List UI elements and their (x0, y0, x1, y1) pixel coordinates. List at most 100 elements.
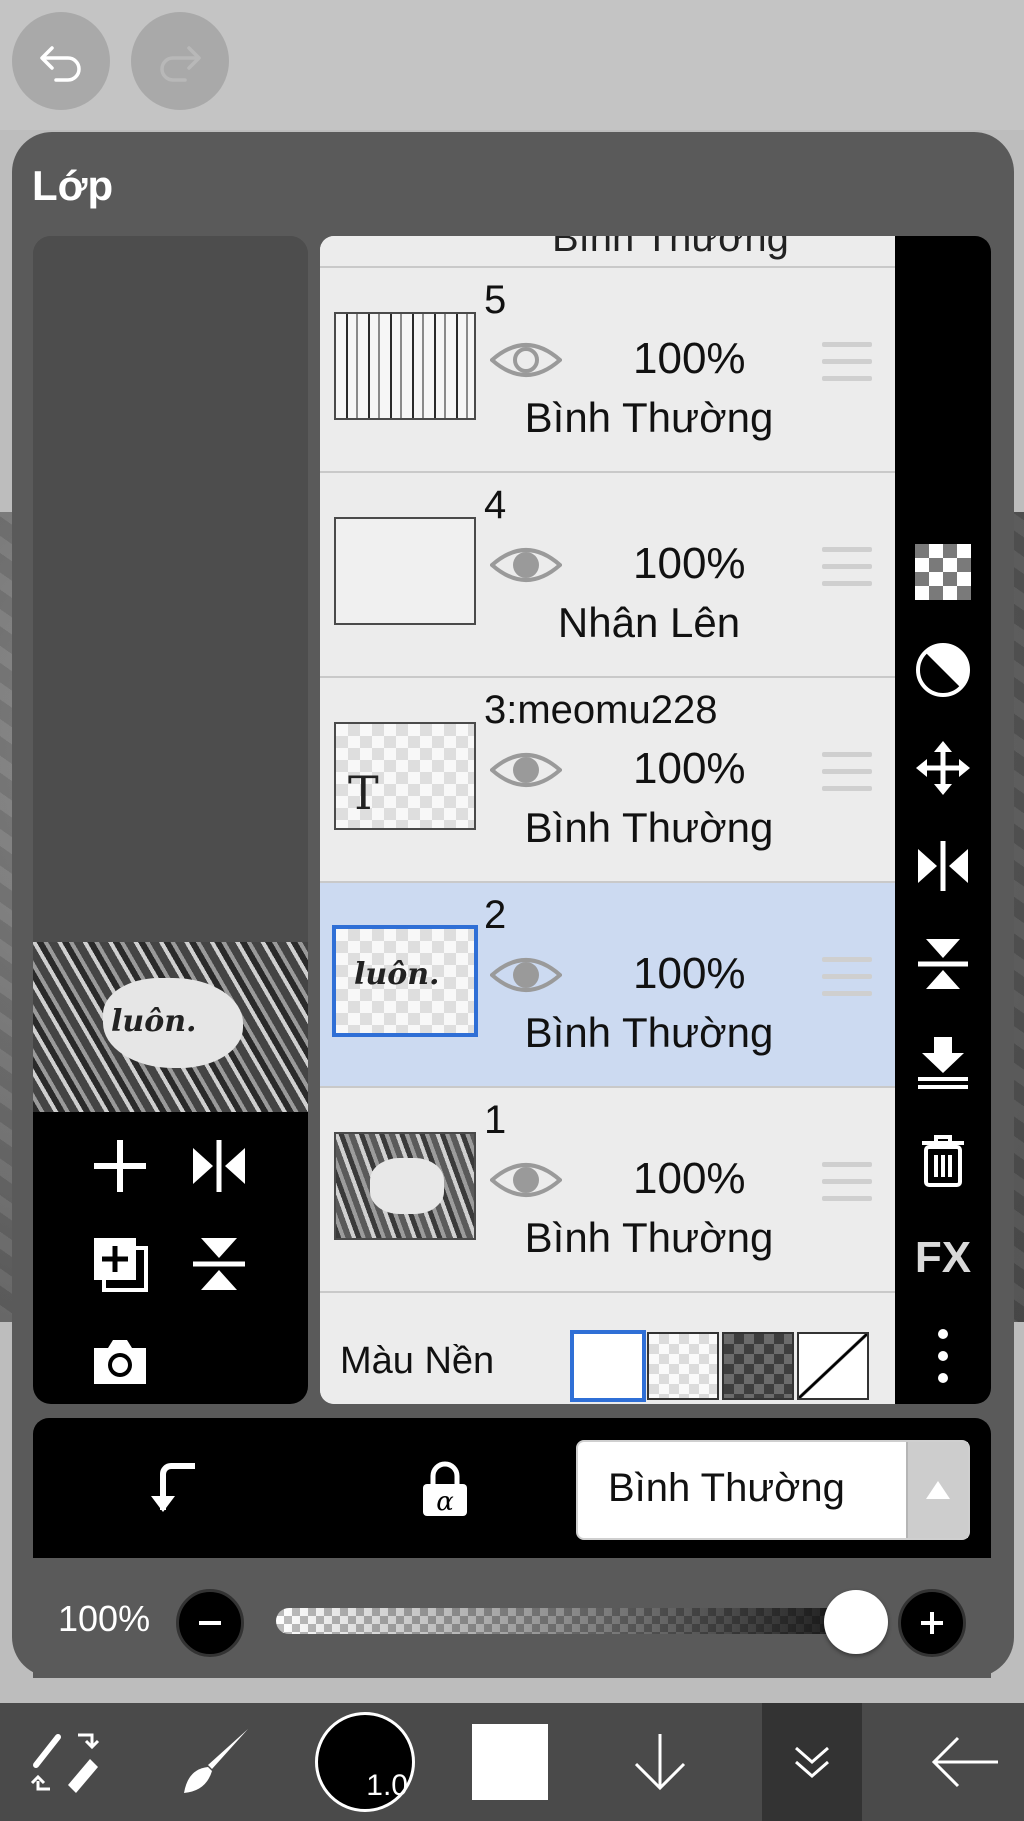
flip-horizontal-button[interactable] (187, 1134, 251, 1198)
layer-thumbnail[interactable] (334, 517, 476, 625)
layer-thumbnail[interactable] (334, 312, 476, 420)
plus-icon (921, 1612, 943, 1634)
opacity-increase-button[interactable] (898, 1589, 966, 1657)
move-icon (916, 741, 970, 795)
flip-vertical-layer-button[interactable] (911, 932, 975, 996)
opacity-decrease-button[interactable] (176, 1589, 244, 1657)
flip-vertical-button[interactable] (187, 1232, 251, 1296)
delete-layer-button[interactable] (911, 1128, 975, 1192)
drag-handle-icon[interactable] (822, 342, 872, 384)
blend-mode-select[interactable]: Bình Thường (576, 1440, 970, 1540)
layer-row-5[interactable]: 5 100% Bình Thường (320, 268, 895, 473)
duplicate-layer-button[interactable] (88, 1232, 152, 1296)
scroll-down-button[interactable] (605, 1703, 715, 1821)
layer-list[interactable]: Bình Thường 5 100% Bình Thường 4 100% Nh… (320, 236, 895, 1404)
layer-name: 2 (484, 893, 507, 937)
layer-thumbnail[interactable]: luôn. (332, 925, 478, 1037)
brush-size-indicator: 1.0 (315, 1712, 415, 1812)
flip-horizontal-icon (193, 1140, 245, 1192)
layer-row-partial: Bình Thường (320, 236, 895, 268)
chevron-double-down-icon (795, 1746, 829, 1778)
layer-preview-column: luôn. (33, 236, 308, 1404)
plus-icon (94, 1140, 146, 1192)
opacity-label: 100% (58, 1598, 151, 1639)
layer-tools-column: FX (895, 236, 991, 1404)
back-button[interactable] (910, 1703, 1020, 1821)
drag-handle-icon[interactable] (822, 957, 872, 999)
arrow-left-icon (931, 1736, 998, 1788)
chevron-up-icon (906, 1442, 968, 1538)
visibility-eye-icon[interactable] (490, 1156, 562, 1204)
layer-name: 3:meomu228 (484, 688, 718, 732)
drag-handle-icon[interactable] (822, 752, 872, 794)
canvas-preview: luôn. (33, 942, 308, 1112)
undo-button[interactable] (12, 12, 110, 110)
protect-alpha-button[interactable] (911, 638, 975, 702)
layer-quick-tools (33, 1112, 308, 1404)
visibility-eye-icon[interactable] (490, 951, 562, 999)
bg-none-swatch[interactable] (797, 1332, 869, 1400)
lock-alpha-icon: α (423, 1461, 467, 1517)
text-layer-glyph: T (348, 766, 379, 820)
flip-vertical-icon (918, 939, 968, 989)
drag-handle-icon[interactable] (822, 547, 872, 589)
layers-button[interactable] (762, 1703, 862, 1821)
layer-blend: Nhân Lên (557, 599, 741, 646)
visibility-eye-icon[interactable] (490, 541, 562, 589)
layer-thumbnail[interactable] (334, 1132, 476, 1240)
redo-icon (160, 46, 201, 82)
flip-horizontal-layer-button[interactable] (911, 834, 975, 898)
brush-tool-button[interactable] (160, 1703, 270, 1821)
flip-horizontal-icon (918, 841, 968, 891)
fx-button[interactable]: FX (911, 1226, 975, 1290)
flip-vertical-icon (193, 1238, 245, 1290)
clipping-icon (151, 1463, 195, 1512)
contrast-icon (916, 643, 970, 697)
minus-icon (199, 1621, 221, 1625)
arrow-down-icon (634, 1734, 686, 1791)
panel-title: Lớp (32, 162, 114, 209)
camera-button[interactable] (88, 1330, 152, 1394)
layer-name: 5 (484, 278, 507, 322)
layer-blend: Bình Thường (524, 804, 774, 851)
preview-empty-area (33, 236, 308, 942)
clipping-button[interactable] (143, 1456, 207, 1520)
opacity-slider-track[interactable] (276, 1608, 856, 1634)
brush-icon (184, 1729, 248, 1793)
visibility-eye-icon[interactable] (490, 746, 562, 794)
more-options-button[interactable] (911, 1324, 975, 1388)
drag-handle-icon[interactable] (822, 1162, 872, 1204)
layer-row-2[interactable]: luôn. 2 100% Bình Thường (320, 883, 895, 1088)
transparency-button[interactable] (911, 540, 975, 604)
layer-opacity: 100% (633, 949, 746, 998)
layer-blend: Bình Thường (524, 394, 774, 441)
bg-transparent-swatch[interactable] (647, 1332, 719, 1400)
color-button[interactable] (455, 1703, 565, 1821)
add-layer-button[interactable] (88, 1134, 152, 1198)
bg-dark-checker-swatch[interactable] (722, 1332, 794, 1400)
undo-icon (40, 46, 81, 82)
merge-down-button[interactable] (911, 1030, 975, 1094)
camera-icon (94, 1340, 146, 1384)
layer-thumbnail[interactable]: T (334, 722, 476, 830)
layer-row-1[interactable]: 1 100% Bình Thường (320, 1088, 895, 1293)
bg-white-swatch[interactable] (570, 1330, 646, 1402)
opacity-slider-thumb[interactable] (824, 1590, 888, 1654)
trash-icon (922, 1135, 964, 1187)
svg-text:α: α (436, 1487, 454, 1517)
visibility-eye-icon[interactable] (490, 336, 562, 384)
more-icon (938, 1329, 948, 1383)
tool-swap-button[interactable] (10, 1703, 120, 1821)
brush-size-value: 1.0 (366, 1769, 408, 1802)
brush-size-button[interactable]: 1.0 (310, 1703, 420, 1821)
layer-opacity: 100% (633, 539, 746, 588)
move-layer-button[interactable] (911, 736, 975, 800)
layer-opacity: 100% (633, 744, 746, 793)
layer-opacity: 100% (633, 1154, 746, 1203)
brush-eraser-swap-icon (30, 1733, 100, 1793)
redo-button[interactable] (131, 12, 229, 110)
alpha-lock-button[interactable]: α (413, 1456, 477, 1520)
layer-row-3[interactable]: T 3:meomu228 100% Bình Thường (320, 678, 895, 883)
layer-blend: Bình Thường (552, 236, 789, 260)
layer-row-4[interactable]: 4 100% Nhân Lên (320, 473, 895, 678)
